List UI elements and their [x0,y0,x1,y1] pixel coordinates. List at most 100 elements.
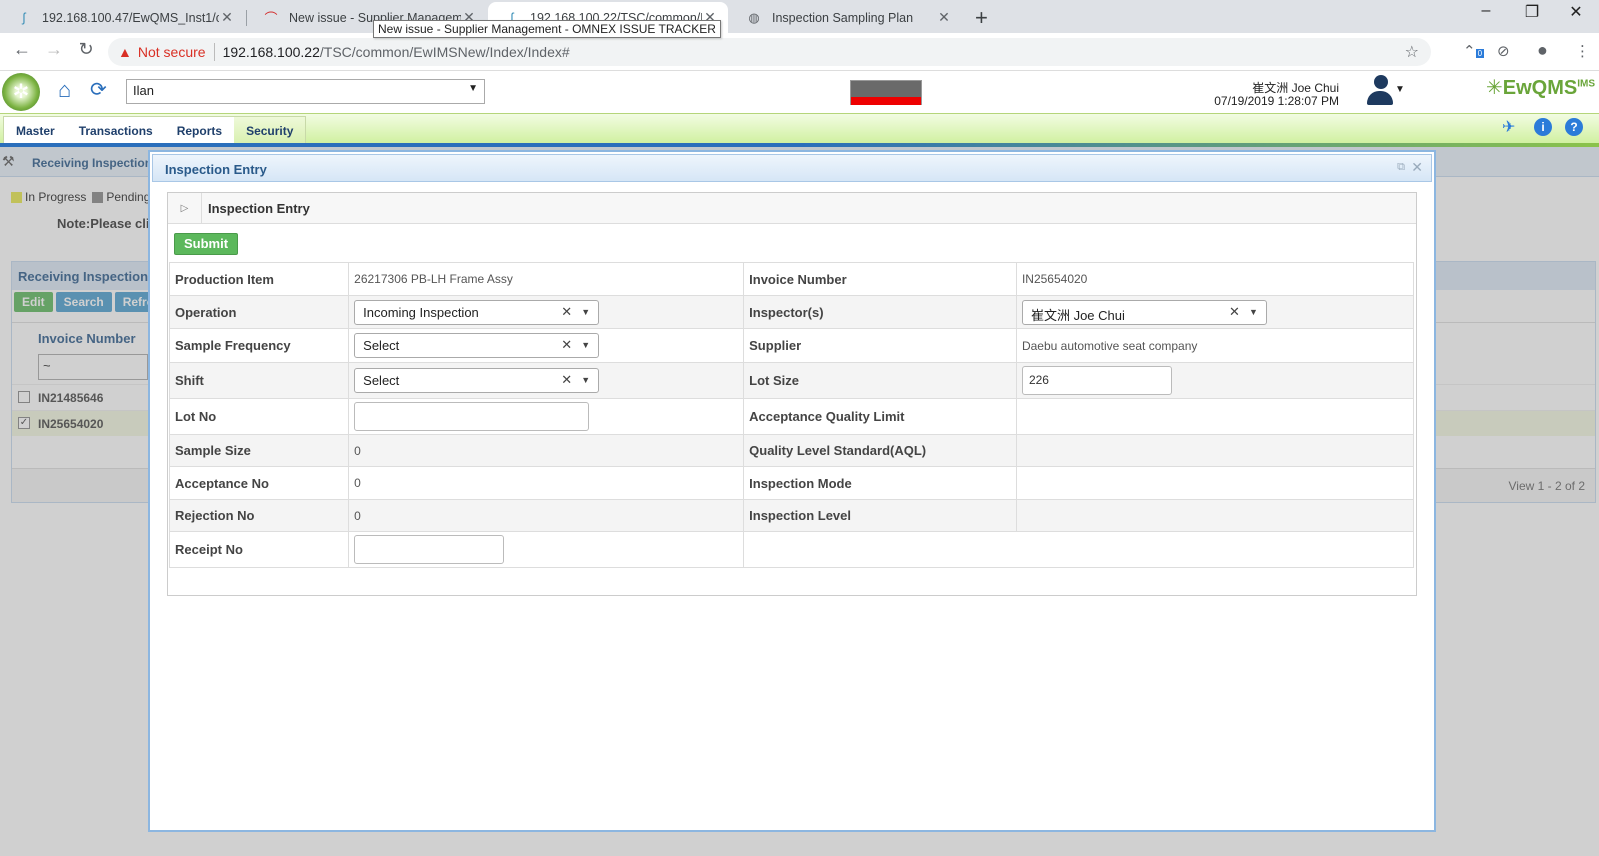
label-aql: Quality Level Standard(AQL) [743,434,1017,467]
maximize-icon[interactable]: ⧉ [1397,161,1405,174]
lot-size-input[interactable]: 226 [1021,366,1172,395]
label-rejection-no: Rejection No [168,499,350,532]
url-path: /TSC/common/EwIMSNew/Index/Index# [319,44,570,60]
label-acceptance-no: Acceptance No [168,466,350,500]
label-receipt-no: Receipt No [168,531,350,568]
chevron-down-icon[interactable]: ▼ [581,375,590,385]
aql-value [1015,434,1415,467]
acceptance-no-value: 0 [348,466,745,500]
info-icon[interactable]: i [1534,118,1552,136]
new-tab-button[interactable]: + [975,5,988,31]
chevron-down-icon[interactable]: ▼ [581,307,590,317]
menu-security[interactable]: Security [234,117,306,143]
clear-icon[interactable]: ✕ [1229,304,1240,320]
inspection-form: Production Item 26217306 PB-LH Frame Ass… [168,262,1415,568]
tab-title: 192.168.100.47/EwQMS_Inst1/co [42,10,219,25]
extension-badge: 0 [1475,49,1485,58]
label-operation: Operation [168,295,350,329]
refresh-icon[interactable]: ⟳ [90,77,107,102]
label-lot-no: Lot No [168,398,350,435]
tab-close-icon[interactable]: ✕ [219,9,235,26]
inspection-mode-value [1015,466,1415,500]
label-sample-size: Sample Size [168,434,350,467]
divider [213,43,215,61]
help-icon[interactable]: ? [1565,118,1583,136]
warning-icon: ▲ [118,44,132,60]
chevron-down-icon[interactable]: ▼ [1395,84,1405,95]
tab-close-icon[interactable]: ✕ [936,9,952,26]
ewqms-icon: ʃ [22,10,26,25]
submit-button[interactable]: Submit [174,233,239,255]
browser-tab-4[interactable]: ◍ Inspection Sampling Plan ✕ [730,2,962,33]
back-icon[interactable]: ← [10,39,34,60]
label-shift: Shift [168,362,350,399]
dialog-titlebar: Inspection Entry ⧉ ✕ [152,154,1432,182]
sample-frequency-select[interactable]: Select ✕ ▼ [354,333,600,358]
avatar[interactable] [1367,75,1395,107]
label-sample-frequency: Sample Frequency [168,328,350,363]
security-label: Not secure [137,44,206,60]
label-supplier: Supplier [743,328,1017,363]
restore-icon[interactable]: ❐ [1517,2,1547,22]
current-datetime: 07/19/2019 1:28:07 PM [1214,94,1339,108]
label-acceptance-quality-limit: Acceptance Quality Limit [743,398,1017,435]
acceptance-quality-limit-value [1015,398,1415,435]
profile-icon[interactable]: ● [1537,40,1548,61]
shift-value: Select [363,373,400,388]
reload-icon[interactable]: ↻ [74,39,98,60]
tab-tooltip: New issue - Supplier Management - OMNEX … [373,20,721,38]
forward-icon[interactable]: → [42,39,66,60]
operation-select[interactable]: Incoming Inspection ✕ ▼ [354,299,600,325]
panel-header: ▷ Inspection Entry [168,193,1416,224]
collapse-toggle-icon[interactable]: ▷ [168,193,202,224]
bookmark-star-icon[interactable]: ☆ [1405,42,1419,62]
shift-select[interactable]: Select ✕ ▼ [354,368,600,393]
chevron-down-icon[interactable]: ▼ [581,340,590,350]
globe-icon: ◍ [748,9,760,25]
extension-2-icon[interactable]: ⊘ [1497,42,1510,60]
clear-icon[interactable]: ✕ [561,304,572,320]
clear-icon[interactable]: ✕ [561,372,572,388]
rejection-no-value: 0 [348,499,745,532]
brand-logo: ✳EwQMSIMS [1486,77,1595,99]
browser-toolbar: ← → ↻ ▲ Not secure 192.168.100.22 /TSC/c… [0,33,1599,71]
label-inspection-mode: Inspection Mode [743,466,1017,500]
sample-size-value: 0 [348,434,745,467]
inspector-select[interactable]: 崔文洲 Joe Chui ✕ ▼ [1021,299,1267,325]
app-header: ✲ ⌂ ⟳ Ilan ▼ 崔文洲 Joe Chui 07/19/2019 1:2… [0,71,1599,113]
address-bar[interactable]: ▲ Not secure 192.168.100.22 /TSC/common/… [108,38,1431,66]
sample-frequency-value: Select [363,338,400,353]
brand-name: EwQMS [1502,77,1578,99]
pin-icon[interactable]: ✈ [1502,117,1515,137]
lot-no-input[interactable] [354,402,590,431]
close-icon[interactable]: ✕ [1411,159,1423,176]
extension-icon[interactable]: ⌃ 0 [1463,42,1485,60]
supplier-value: Daebu automotive seat company [1015,328,1415,363]
company-logo [850,80,922,105]
label-inspectors: Inspector(s) [743,295,1017,329]
empty-cell [743,531,1414,568]
close-window-icon[interactable]: ✕ [1561,2,1591,22]
menu-master[interactable]: Master [4,117,67,143]
menu-transactions[interactable]: Transactions [67,117,165,143]
browser-menu-icon[interactable]: ⋮ [1575,42,1590,60]
home-icon[interactable]: ⌂ [58,77,71,103]
label-production-item: Production Item [168,262,350,296]
inspection-entry-dialog: Inspection Entry ⧉ ✕ ▷ Inspection Entry … [148,150,1436,832]
site-select[interactable]: Ilan ▼ [126,79,485,104]
clear-icon[interactable]: ✕ [561,337,572,353]
minimize-icon[interactable]: – [1471,2,1501,20]
menu-reports[interactable]: Reports [165,117,234,143]
omnex-icon: ⌒ [264,11,278,26]
label-invoice-number: Invoice Number [743,262,1017,296]
brand-superscript: IMS [1577,78,1595,90]
browser-tab-1[interactable]: ʃ 192.168.100.47/EwQMS_Inst1/co ✕ [0,2,245,33]
app-logo-icon[interactable]: ✲ [2,73,40,111]
main-menu-bar: Master Transactions Reports Security [0,113,1599,146]
receipt-no-input[interactable] [354,535,505,564]
label-inspection-level: Inspection Level [743,499,1017,532]
tab-title: Inspection Sampling Plan [772,10,914,25]
inspector-value: 崔文洲 Joe Chui [1030,307,1125,323]
chevron-down-icon[interactable]: ▼ [1249,307,1258,317]
inspection-entry-panel: ▷ Inspection Entry Submit Production Ite… [167,192,1417,596]
